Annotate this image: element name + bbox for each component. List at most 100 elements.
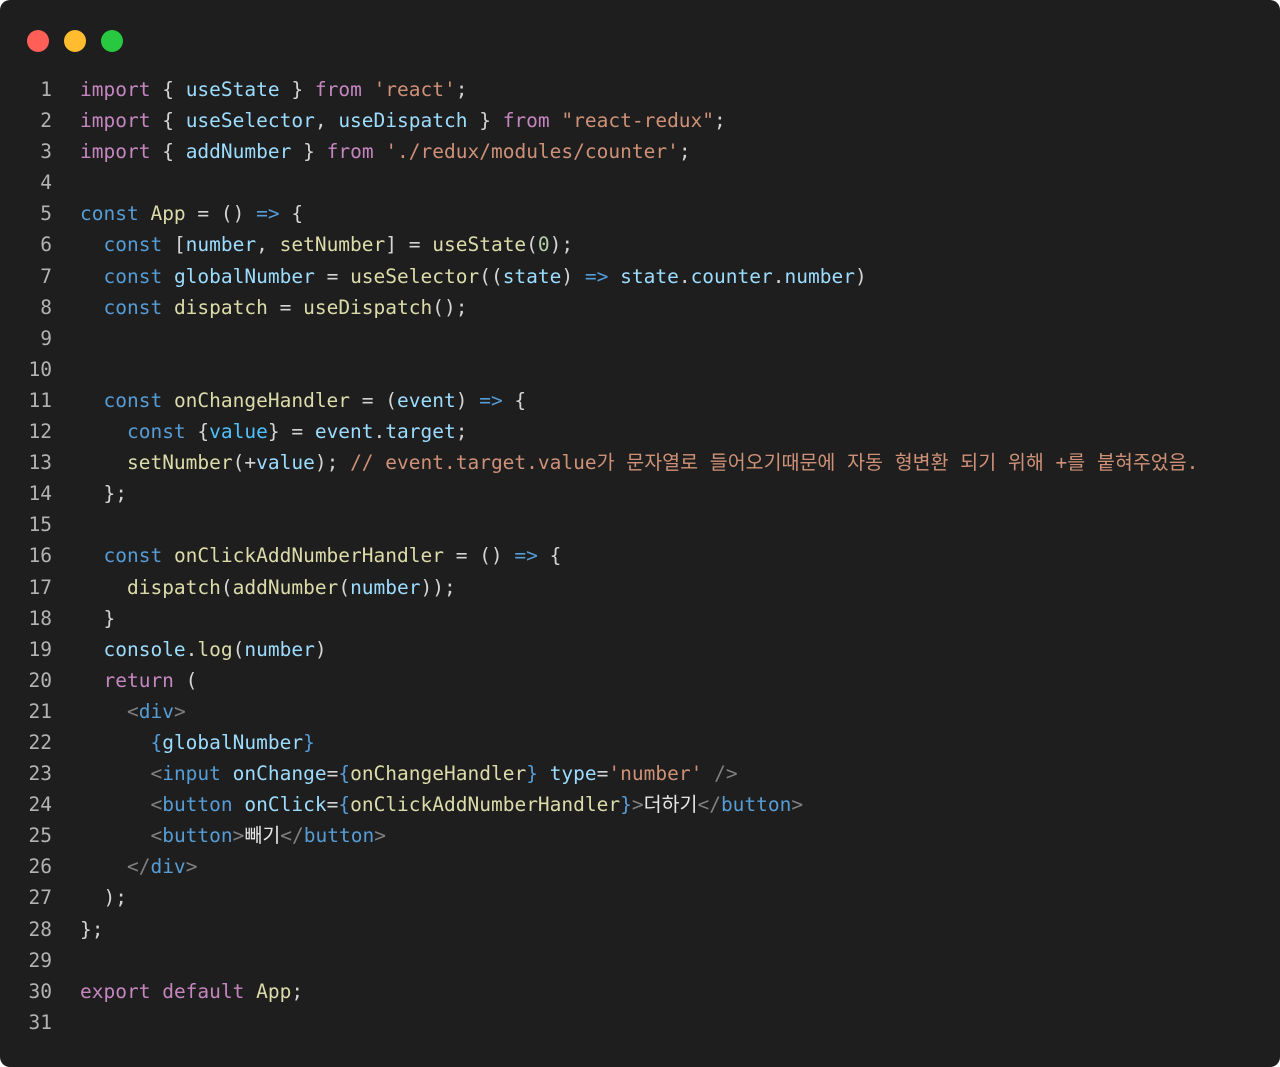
code-line: 3 import { addNumber } from './redux/modu… bbox=[0, 136, 1280, 167]
code-token: globalNumber bbox=[173, 264, 315, 288]
code-token: "react-redux" bbox=[561, 109, 715, 133]
code-token: )); bbox=[420, 575, 456, 599]
code-token: = bbox=[326, 793, 339, 817]
code-token: // event.target.value가 문자열로 들어오기때문에 자동 형… bbox=[350, 451, 1199, 475]
code-token: { bbox=[150, 109, 186, 133]
code-line: 10 bbox=[0, 354, 1280, 385]
code-token: onClickAddNumberHandler bbox=[350, 793, 621, 817]
line-number: 6 bbox=[40, 233, 52, 257]
code-line: 1 import { useState } from 'react'; bbox=[0, 74, 1280, 105]
code-line: 30 export default App; bbox=[0, 976, 1280, 1007]
line-source: const [number, setNumber] = useState(0); bbox=[80, 229, 573, 260]
code-token: (); bbox=[432, 295, 468, 319]
code-token: App bbox=[256, 979, 292, 1003]
code-token: default bbox=[162, 979, 245, 1003]
line-source: const onChangeHandler = (event) => { bbox=[80, 385, 526, 416]
code-token: number bbox=[784, 264, 855, 288]
code-token: { bbox=[150, 730, 163, 754]
code-token: < bbox=[150, 824, 163, 848]
code-token: type bbox=[549, 762, 597, 786]
line-source: const globalNumber = useSelector((state)… bbox=[80, 261, 866, 292]
code-token: onClickAddNumberHandler bbox=[173, 544, 444, 568]
code-line: 19 console.log(number) bbox=[0, 634, 1280, 665]
code-token: < bbox=[126, 699, 139, 723]
line-number: 1 bbox=[40, 78, 52, 101]
code-token: , bbox=[314, 109, 339, 133]
code-token: => bbox=[256, 202, 280, 226]
code-token: import bbox=[80, 140, 151, 164]
line-number: 31 bbox=[28, 1010, 52, 1034]
code-token: ; bbox=[455, 78, 468, 101]
code-token: ( bbox=[526, 233, 538, 257]
line-number: 13 bbox=[28, 451, 52, 475]
code-token: number bbox=[185, 233, 257, 257]
code-token: > bbox=[374, 824, 386, 848]
code-token: } bbox=[467, 109, 503, 133]
code-token: } bbox=[279, 78, 315, 101]
code-token: const bbox=[103, 264, 163, 288]
code-token: state bbox=[620, 264, 679, 288]
line-source: }; bbox=[80, 914, 103, 945]
code-line: 15 bbox=[0, 509, 1280, 540]
code-token: 0 bbox=[537, 233, 550, 257]
code-token: ; bbox=[714, 109, 726, 133]
line-number: 17 bbox=[28, 575, 52, 599]
code-token: setNumber bbox=[279, 233, 386, 257]
code-token: target bbox=[385, 420, 456, 444]
code-token: div bbox=[138, 699, 174, 723]
code-token: ) bbox=[314, 637, 327, 661]
line-number: 12 bbox=[28, 420, 52, 444]
maximize-window-button[interactable] bbox=[101, 30, 123, 52]
code-window: 1 import { useState } from 'react'; 2 impor… bbox=[0, 0, 1280, 1067]
code-token: > bbox=[791, 793, 804, 817]
line-source: import { addNumber } from './redux/modul… bbox=[80, 136, 691, 167]
code-token: = () bbox=[443, 544, 515, 568]
line-source: import { useSelector, useDispatch } from… bbox=[80, 105, 726, 136]
code-token: { bbox=[338, 793, 351, 817]
code-token: input bbox=[162, 762, 221, 786]
code-token: return bbox=[103, 668, 174, 692]
code-token: } bbox=[620, 793, 632, 817]
line-source: <input onChange={onChangeHandler} type='… bbox=[80, 758, 738, 789]
code-token: = bbox=[596, 762, 609, 786]
code-token: 'number' bbox=[608, 762, 703, 786]
line-source: <button onClick={onClickAddNumberHandler… bbox=[80, 789, 803, 820]
line-source: const onClickAddNumberHandler = () => { bbox=[80, 540, 561, 571]
minimize-window-button[interactable] bbox=[64, 30, 86, 52]
code-line: 25 <button>빼기</button> bbox=[0, 820, 1280, 851]
code-token: useSelector bbox=[350, 264, 480, 288]
code-token: => bbox=[479, 388, 503, 412]
code-line: 13 setNumber(+value); // event.target.va… bbox=[0, 447, 1280, 478]
code-token: { bbox=[338, 762, 351, 786]
code-token: . bbox=[185, 637, 198, 661]
code-token: /> bbox=[714, 762, 738, 786]
code-token: [ bbox=[162, 233, 186, 257]
line-number: 15 bbox=[28, 513, 52, 537]
line-number: 29 bbox=[28, 948, 52, 972]
code-token: 'react' bbox=[373, 78, 456, 101]
code-token: number bbox=[350, 575, 421, 599]
close-window-button[interactable] bbox=[27, 30, 49, 52]
line-number: 4 bbox=[40, 171, 52, 195]
line-number: 11 bbox=[28, 388, 52, 412]
line-number: 24 bbox=[28, 793, 52, 817]
line-source: export default App; bbox=[80, 976, 303, 1007]
line-source: import { useState } from 'react'; bbox=[80, 74, 468, 105]
code-token: addNumber bbox=[185, 140, 292, 164]
code-token: = bbox=[267, 295, 304, 319]
line-source: dispatch(addNumber(number)); bbox=[80, 572, 456, 603]
code-token: ( bbox=[232, 637, 245, 661]
code-token: ); bbox=[80, 886, 127, 910]
code-token: </ bbox=[280, 824, 304, 848]
code-token: = bbox=[326, 762, 339, 786]
